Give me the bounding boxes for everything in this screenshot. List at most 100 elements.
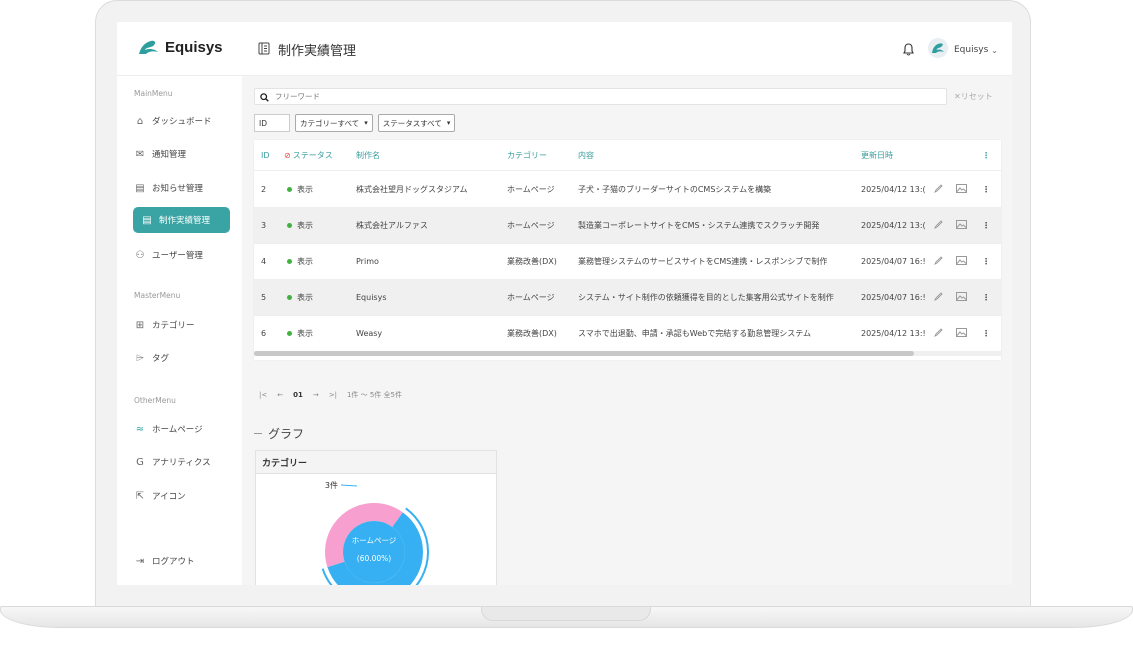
table-header: ID ⊘ ステータス 制作名 カテゴリー 内容 更新日時 ⋮ (254, 140, 1001, 171)
menu-head-other: OtherMenu (134, 396, 176, 405)
row-menu-icon[interactable]: ⋮ (982, 185, 990, 194)
avatar[interactable] (927, 38, 948, 62)
google-icon: G (136, 456, 144, 468)
external-link-icon: ⇱ (135, 490, 145, 502)
document-icon: ▤ (142, 214, 152, 226)
bell-icon[interactable] (903, 41, 914, 60)
sidebar-item-works[interactable]: ▤ 制作実績管理 (133, 207, 230, 233)
cell-updated: 2025/04/12 13:! (861, 328, 926, 338)
row-menu-icon[interactable]: ⋮ (982, 293, 990, 302)
column-category[interactable]: カテゴリー (507, 150, 577, 161)
sidebar-item-tag[interactable]: ⌲ タグ (134, 345, 169, 371)
cell-name: Primo (356, 256, 379, 266)
image-icon[interactable] (956, 291, 967, 303)
page-header: 制作実績管理 (258, 40, 356, 59)
id-filter-input[interactable]: ID (254, 114, 290, 132)
image-icon[interactable] (956, 183, 967, 195)
chevron-down-icon[interactable]: ⌄ (991, 46, 998, 55)
cell-content: スマホで出退勤、申請・承認もWebで完結する勤怠管理システム (578, 328, 811, 338)
title-dash (254, 433, 262, 434)
horizontal-scrollbar[interactable] (254, 351, 1001, 356)
status-dot-icon (287, 258, 292, 264)
status-label: 表示 (297, 292, 313, 302)
column-id[interactable]: ID (261, 151, 270, 160)
logo-icon (137, 38, 159, 56)
current-page[interactable]: 01 (293, 391, 303, 399)
reset-button[interactable]: ✕リセット (954, 91, 993, 102)
sidebar-item-notifications[interactable]: ✉ 通知管理 (134, 141, 186, 167)
grid-icon: ⊞ (135, 319, 145, 331)
status-select-value: ステータスすべて (382, 118, 442, 128)
scrollbar-thumb[interactable] (254, 351, 914, 356)
table-row[interactable]: 4 表示 Primo 業務改善(DX) 業務管理システムのサービスサイトをCMS… (254, 243, 1001, 280)
status-dot-icon (287, 222, 292, 228)
sidebar-item-users[interactable]: ⚇ ユーザー管理 (134, 242, 203, 268)
next-page-button[interactable]: → (313, 391, 319, 399)
status-label: 表示 (297, 184, 313, 194)
annotation-leader (340, 484, 358, 487)
sidebar-item-label: お知らせ管理 (152, 184, 203, 194)
column-name[interactable]: 制作名 (356, 150, 501, 161)
cell-content: 業務管理システムのサービスサイトをCMS連携・レスポンシブで制作 (578, 256, 828, 266)
image-icon[interactable] (956, 327, 967, 339)
column-content[interactable]: 内容 (578, 150, 854, 161)
table-row[interactable]: 5 表示 Equisys ホームページ システム・サイト制作の依頼獲得を目的とし… (254, 279, 1001, 316)
sidebar-item-dashboard[interactable]: ⌂ ダッシュボード (134, 108, 212, 134)
pencil-icon[interactable] (934, 219, 943, 231)
logout-label: ログアウト (152, 557, 195, 567)
sidebar-item-label: 通知管理 (152, 150, 187, 160)
row-menu-icon[interactable]: ⋮ (982, 221, 990, 230)
app-header: Equisys 制作実績管理 Equisys ⌄ (117, 22, 1012, 76)
page-title: 制作実績管理 (278, 44, 357, 59)
cell-name: Weasy (356, 328, 383, 338)
laptop-notch (481, 607, 651, 621)
category-select[interactable]: カテゴリーすべて ▾ (295, 114, 373, 132)
cell-content: システム・サイト制作の依頼獲得を目的とした集客用公式サイトを制作 (578, 292, 834, 302)
pencil-icon[interactable] (934, 255, 943, 267)
image-icon[interactable] (956, 219, 967, 231)
prev-page-button[interactable]: ← (277, 391, 283, 399)
menu-head-master: MasterMenu (134, 291, 181, 300)
sidebar-item-homepage[interactable]: ≈ ホームページ (134, 416, 203, 442)
search-input[interactable] (273, 91, 877, 102)
row-menu-icon[interactable]: ⋮ (982, 257, 990, 266)
pencil-icon[interactable] (934, 327, 943, 339)
cell-updated: 2025/04/12 13:( (861, 184, 926, 194)
column-menu-icon[interactable]: ⋮ (982, 151, 990, 160)
cell-name: 株式会社アルファス (356, 220, 428, 230)
column-updated[interactable]: 更新日時 (861, 150, 929, 161)
table-row[interactable]: 2 表示 株式会社望月ドッグスタジアム ホームページ 子犬・子猫のブリーダーサイ… (254, 171, 1001, 208)
sidebar-item-icon[interactable]: ⇱ アイコン (134, 483, 186, 509)
table-row[interactable]: 3 表示 株式会社アルファス ホームページ 製造業コーポレートサイトをCMS・シ… (254, 207, 1001, 244)
user-name[interactable]: Equisys (954, 45, 988, 55)
brand-logo[interactable]: Equisys (137, 38, 223, 56)
sidebar-item-label: 制作実績管理 (159, 216, 211, 226)
search-icon (260, 87, 269, 106)
sidebar-item-news[interactable]: ▤ お知らせ管理 (134, 175, 203, 201)
sidebar-item-category[interactable]: ⊞ カテゴリー (134, 312, 195, 338)
pencil-icon[interactable] (934, 291, 943, 303)
chevron-down-icon: ▾ (364, 119, 368, 127)
filter-bar: ID カテゴリーすべて ▾ ステータスすべて ▾ (254, 114, 456, 132)
cell-status: 表示 (284, 292, 313, 303)
status-dot-icon (287, 294, 292, 300)
pencil-icon[interactable] (934, 183, 943, 195)
first-page-button[interactable]: |< (259, 391, 267, 399)
cell-updated: 2025/04/07 16:! (861, 256, 926, 266)
graph-section-title: グラフ (254, 425, 304, 442)
image-icon[interactable] (956, 255, 967, 267)
cell-status: 表示 (284, 220, 313, 231)
category-select-value: カテゴリーすべて (300, 118, 360, 128)
app-screen: Equisys 制作実績管理 Equisys ⌄ MainMenu ⌂ ダッシュ… (117, 22, 1012, 585)
logout-button[interactable]: ⇥ ログアウト (134, 548, 195, 574)
column-status[interactable]: ⊘ ステータス (284, 150, 333, 161)
slice-annotation-label: 3件 (325, 480, 338, 490)
sidebar-item-analytics[interactable]: G アナリティクス (134, 449, 210, 475)
table-row[interactable]: 6 表示 Weasy 業務改善(DX) スマホで出退勤、申請・承認もWebで完結… (254, 315, 1001, 352)
status-dot-icon (287, 330, 292, 336)
last-page-button[interactable]: >| (329, 391, 337, 399)
row-menu-icon[interactable]: ⋮ (982, 329, 990, 338)
sidebar: MainMenu ⌂ ダッシュボード ✉ 通知管理 ▤ お知らせ管理 ▤ 制作実… (117, 76, 242, 585)
status-select[interactable]: ステータスすべて ▾ (377, 114, 456, 132)
search-bar[interactable] (254, 88, 947, 105)
